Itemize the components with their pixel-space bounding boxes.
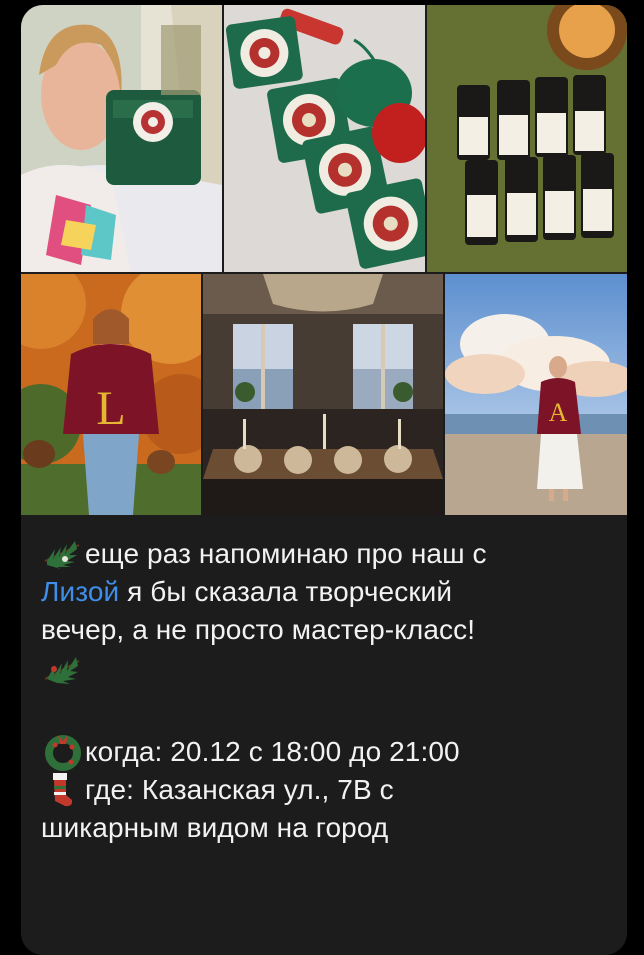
photo-woman-autumn-sweater-l[interactable]: L [21,274,201,515]
photo-essential-oil-bottles[interactable] [427,5,627,272]
photo-woman-beach-sweater-a[interactable]: A [445,274,627,515]
message-line-1: еще раз напоминаю про наш с [85,538,487,569]
event-when: когда: 20.12 с 18:00 до 21:00 [85,736,460,767]
message-text: еще раз напоминаю про наш с Лизой я бы с… [41,535,616,847]
photo-granny-squares-yarn[interactable] [224,5,425,272]
photo-dining-room-event[interactable] [203,274,443,515]
message-line-2: я бы сказала творческий [119,576,453,607]
message-bubble: L A еще раз напоминаю про наш с Лизой я … [21,5,627,955]
stocking-icon [41,771,85,809]
photo-woman-crochet-squares[interactable] [21,5,222,272]
mention-link[interactable]: Лизой [41,576,119,607]
message-line-6: шикарным видом на город [41,812,389,843]
event-where: где: Казанская ул., 7В с [85,774,394,805]
message-line-3: вечер, а не просто мастер-класс! [41,614,476,645]
svg-text:L: L [96,382,125,435]
wreath-icon [41,733,85,771]
fir-branch-icon [41,535,85,573]
svg-text:A: A [549,398,568,427]
fir-branch-icon [41,649,85,687]
